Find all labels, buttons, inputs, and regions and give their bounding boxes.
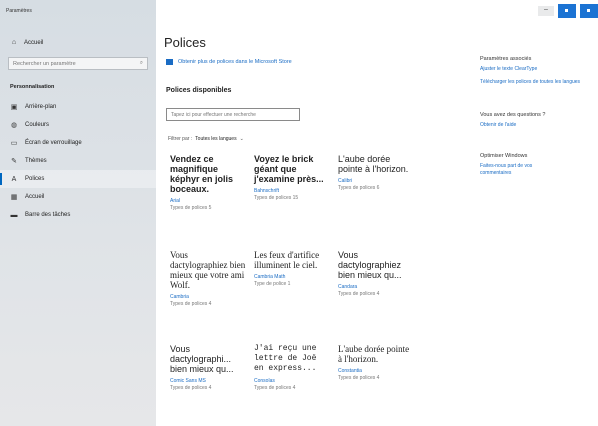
cleartype-link[interactable]: Ajuster le texte ClearType xyxy=(480,66,595,73)
font-name: Cambria xyxy=(170,294,189,300)
font-count: Types de polices 5 xyxy=(170,205,212,211)
close-button[interactable] xyxy=(580,4,598,18)
window-title: Paramètres xyxy=(6,8,32,14)
font-card-cambria-math[interactable]: Les feux d'artifice illuminent le ciel. … xyxy=(254,250,330,287)
sidebar-item-background[interactable]: ▣ Arrière-plan xyxy=(0,98,156,116)
font-count: Types de polices 4 xyxy=(254,385,296,391)
font-card-constantia[interactable]: L'aube dorée pointe à l'horizon. Constan… xyxy=(338,344,414,381)
store-link-label: Obtenir plus de polices dans le Microsof… xyxy=(178,59,292,65)
font-sample: Vendez ce magnifique képhyr en jolis boc… xyxy=(170,154,234,194)
sidebar-item-label: Polices xyxy=(25,176,45,182)
help-link[interactable]: Obtenir de l'aide xyxy=(480,122,595,129)
font-card-cambria[interactable]: Vous dactylographiez bien mieux que votr… xyxy=(170,250,246,307)
maximize-button[interactable] xyxy=(558,4,576,18)
sidebar-home[interactable]: ⌂ Accueil xyxy=(10,39,43,46)
font-sample: Vous dactylographiez bien mieux que votr… xyxy=(170,250,246,290)
font-sample: Les feux d'artifice illuminent le ciel. xyxy=(254,250,320,270)
improve-heading: Optimiser Windows xyxy=(480,153,528,159)
sidebar-item-lock-screen[interactable]: ▭ Écran de verrouillage xyxy=(0,134,156,152)
font-name: Cambria Math xyxy=(254,274,286,280)
sidebar-item-colors[interactable]: ◍ Couleurs xyxy=(0,116,156,134)
start-icon: ▦ xyxy=(10,194,18,201)
sidebar-item-label: Couleurs xyxy=(25,122,50,128)
font-sample: Voyez le brick géant que j'examine près.… xyxy=(254,154,324,184)
questions-heading: Vous avez des questions ? xyxy=(480,112,546,118)
sidebar-item-fonts[interactable]: A Polices xyxy=(0,170,156,188)
sidebar-item-label: Écran de verrouillage xyxy=(25,140,82,146)
store-link[interactable]: Obtenir plus de polices dans le Microsof… xyxy=(166,59,292,65)
font-search-placeholder: Tapez ici pour effectuer une recherche xyxy=(171,111,256,118)
font-sample: J'ai reçu une lettre de Joë en express..… xyxy=(254,344,317,373)
language-filter[interactable]: Filtrer par : Toutes les langues ⌄ xyxy=(168,136,244,142)
related-settings-heading: Paramètres associés xyxy=(480,56,532,62)
font-card-arial[interactable]: Vendez ce magnifique képhyr en jolis boc… xyxy=(170,154,246,211)
sidebar-nav: ▣ Arrière-plan ◍ Couleurs ▭ Écran de ver… xyxy=(0,98,156,224)
sidebar-item-label: Thèmes xyxy=(25,158,47,164)
font-name: Arial xyxy=(170,198,181,204)
settings-sidebar: Paramètres ⌂ Accueil Rechercher un param… xyxy=(0,0,156,426)
font-name: Comic Sans MS xyxy=(170,378,206,384)
sidebar-home-label: Accueil xyxy=(24,39,44,46)
font-card-consolas[interactable]: J'ai reçu une lettre de Joë en express..… xyxy=(254,344,330,391)
related-panel: Paramètres associés Ajuster le texte Cle… xyxy=(480,56,595,177)
sidebar-item-themes[interactable]: ✎ Thèmes xyxy=(0,152,156,170)
download-fonts-link[interactable]: Télécharger les polices de toutes les la… xyxy=(480,79,595,86)
filter-value: Toutes les langues xyxy=(195,136,237,142)
font-count: Types de polices 6 xyxy=(338,185,380,191)
chevron-down-icon: ⌄ xyxy=(239,136,244,142)
search-icon: ⌕ xyxy=(139,60,143,66)
settings-search-input[interactable]: Rechercher un paramètre ⌕ xyxy=(8,57,148,70)
home-icon: ⌂ xyxy=(11,39,17,46)
font-sample: Vous dactylographi... bien mieux qu... xyxy=(170,344,234,374)
sidebar-item-label: Barre des tâches xyxy=(25,212,71,218)
lock-screen-icon: ▭ xyxy=(10,140,18,147)
font-icon: A xyxy=(11,175,17,183)
sidebar-item-start[interactable]: ▦ Accueil xyxy=(0,188,156,206)
font-count: Types de polices 4 xyxy=(170,301,212,307)
sidebar-section-title: Personnalisation xyxy=(10,84,55,90)
font-count: Types de polices 4 xyxy=(170,385,212,391)
font-sample: Vous dactylographiez bien mieux qu... xyxy=(338,250,402,280)
font-name: Constantia xyxy=(338,368,362,374)
font-card-comic-sans[interactable]: Vous dactylographi... bien mieux qu... C… xyxy=(170,344,246,391)
font-name: Candara xyxy=(338,284,358,290)
page-title: Polices xyxy=(164,35,206,50)
font-card-calibri[interactable]: L'aube dorée pointe à l'horizon. Calibri… xyxy=(338,154,414,191)
sidebar-item-label: Arrière-plan xyxy=(25,104,57,110)
font-sample: L'aube dorée pointe à l'horizon. xyxy=(338,344,410,364)
taskbar-icon: ▬ xyxy=(10,211,18,219)
font-count: Types de polices 4 xyxy=(338,375,380,381)
available-fonts-heading: Polices disponibles xyxy=(166,87,232,94)
font-name: Consolas xyxy=(254,378,275,384)
image-icon: ▣ xyxy=(10,104,18,111)
sidebar-item-label: Accueil xyxy=(25,194,45,200)
store-icon xyxy=(166,59,173,65)
settings-search-placeholder: Rechercher un paramètre xyxy=(13,60,76,67)
palette-icon: ◍ xyxy=(10,122,18,129)
minimize-button[interactable]: – xyxy=(538,6,554,16)
font-name: Calibri xyxy=(338,178,353,184)
filter-label: Filtrer par : xyxy=(168,136,193,142)
font-count: Types de polices 4 xyxy=(338,291,380,297)
font-count: Types de polices 15 xyxy=(254,195,299,201)
brush-icon: ✎ xyxy=(11,158,17,165)
font-sample: L'aube dorée pointe à l'horizon. xyxy=(338,154,409,174)
font-card-bahnschrift[interactable]: Voyez le brick géant que j'examine près.… xyxy=(254,154,330,201)
font-card-candara[interactable]: Vous dactylographiez bien mieux qu... Ca… xyxy=(338,250,414,297)
feedback-link[interactable]: Faites-nous part de vos commentaires xyxy=(480,163,560,177)
font-name: Bahnschrift xyxy=(254,188,280,194)
font-search-input[interactable]: Tapez ici pour effectuer une recherche xyxy=(166,108,300,121)
font-count: Type de police 1 xyxy=(254,281,291,287)
sidebar-item-taskbar[interactable]: ▬ Barre des tâches xyxy=(0,206,156,224)
